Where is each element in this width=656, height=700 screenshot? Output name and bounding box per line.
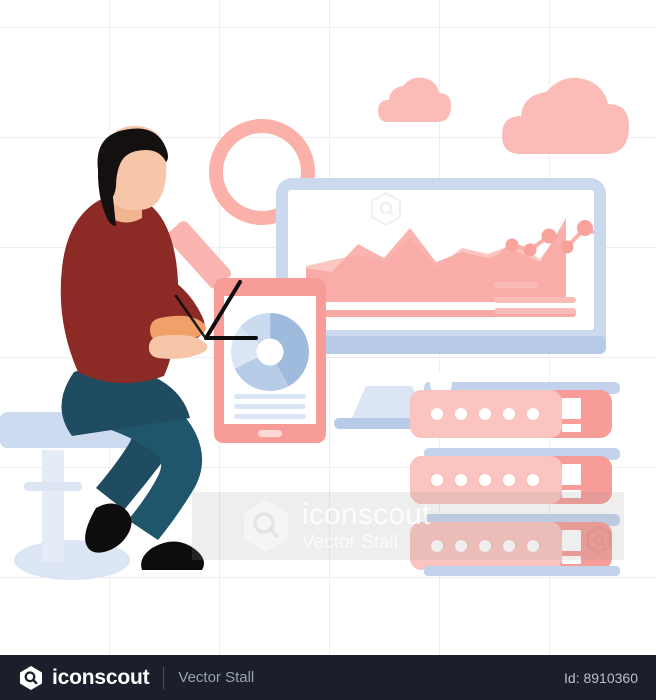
server-unit (410, 390, 612, 438)
server-unit (410, 522, 612, 570)
person-hand-lower (148, 334, 208, 359)
footer-author-name[interactable]: Vector Stall (178, 669, 254, 686)
illustration-canvas: iconscout Vector Stall iconscout Vector … (0, 0, 656, 700)
tablet-donut-overlay (231, 313, 309, 391)
person-shoe-front (141, 541, 204, 570)
cloud-small-icon (378, 77, 451, 122)
footer-asset-id: Id: 8910360 (564, 669, 638, 686)
server-stack (410, 373, 620, 576)
footer-brand-group[interactable]: iconscout Vector Stall (18, 665, 254, 691)
cloud-large-icon (502, 77, 629, 154)
person-shoe-back (85, 503, 132, 553)
illustration-artwork (0, 77, 629, 580)
seated-man (60, 125, 208, 570)
iconscout-hex-logo-icon (20, 665, 42, 690)
tablet-placeholder-bars (234, 394, 306, 419)
footer-divider (163, 666, 165, 689)
footer-bar: iconscout Vector Stall Id: 8910360 (0, 655, 656, 700)
server-unit (410, 456, 612, 504)
footer-brand-name: iconscout (52, 665, 150, 689)
